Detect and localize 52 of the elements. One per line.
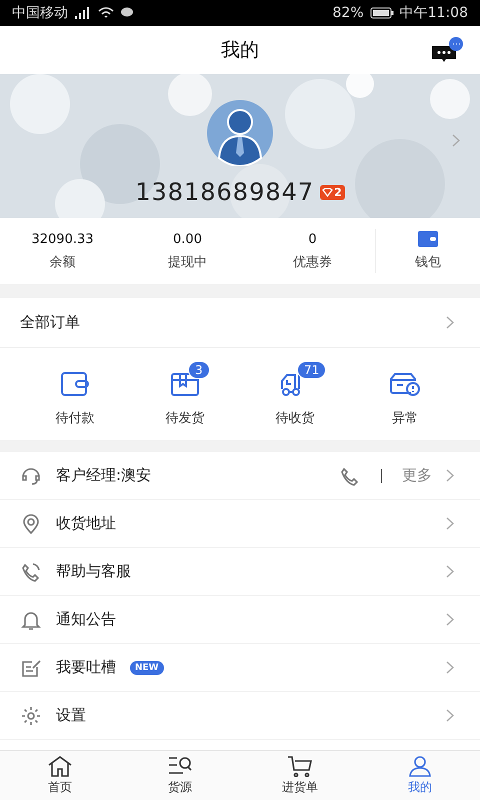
menu-row[interactable]: 设置: [0, 692, 480, 740]
carrier-name: 中国移动: [12, 4, 68, 22]
stat-item[interactable]: 0.00 提现中: [125, 232, 250, 270]
count-badge: 3: [188, 361, 210, 379]
order-status-item[interactable]: 71 待收货: [240, 357, 350, 431]
tab-item[interactable]: 进货单: [240, 751, 360, 800]
count-badge: 71: [297, 361, 326, 379]
page-title: 我的: [221, 38, 259, 63]
wallet-icon: [418, 231, 438, 247]
avatar-icon: [207, 100, 273, 166]
battery-percent: 82%: [332, 5, 364, 21]
menu-row[interactable]: 客户经理:澳安 更多: [0, 452, 480, 500]
stat-item[interactable]: 0 优惠券: [250, 232, 375, 270]
chevron-icon: [446, 565, 454, 578]
menu-row[interactable]: 我要吐槽 NEW: [0, 644, 480, 692]
wifi-icon: [98, 7, 114, 19]
cart-icon: [287, 755, 313, 777]
signal-icon: [74, 7, 92, 19]
chevron-icon: [446, 469, 454, 482]
chevron-icon: [446, 613, 454, 626]
chevron-icon: [446, 316, 454, 329]
phone-icon: [20, 560, 42, 582]
clock-time: 中午11:08: [400, 4, 468, 22]
chevron-icon: [446, 709, 454, 722]
chevron-icon: [446, 661, 454, 674]
gear-icon: [20, 704, 42, 726]
menu-row[interactable]: 通知公告: [0, 596, 480, 644]
level-badge: 2: [320, 184, 345, 200]
wallet-icon: [60, 371, 90, 397]
battery-icon: [370, 7, 394, 19]
box-alert-icon: [389, 371, 421, 397]
chevron-icon: [452, 134, 460, 147]
new-tag: NEW: [130, 660, 164, 674]
order-status-item[interactable]: 待付款: [20, 357, 130, 431]
order-status-item[interactable]: 异常: [350, 357, 460, 431]
all-orders-row[interactable]: 全部订单: [0, 298, 480, 348]
user-icon: [407, 755, 433, 777]
tab-item[interactable]: 首页: [0, 751, 120, 800]
messages-button[interactable]: [430, 36, 464, 64]
list-search-icon: [167, 755, 193, 777]
home-icon: [47, 755, 73, 777]
tab-item[interactable]: 货源: [120, 751, 240, 800]
location-icon: [20, 512, 42, 534]
more-label: 更多: [402, 466, 432, 485]
menu-row[interactable]: 帮助与客服: [0, 548, 480, 596]
chevron-icon: [446, 517, 454, 530]
tab-item[interactable]: 我的: [360, 751, 480, 800]
phone-number: 13818689847: [135, 178, 314, 206]
menu-row[interactable]: 收货地址: [0, 500, 480, 548]
stat-item[interactable]: 32090.33 余额: [0, 232, 125, 270]
order-status-item[interactable]: 3 待发货: [130, 357, 240, 431]
wallet-button[interactable]: 钱包: [376, 231, 480, 271]
